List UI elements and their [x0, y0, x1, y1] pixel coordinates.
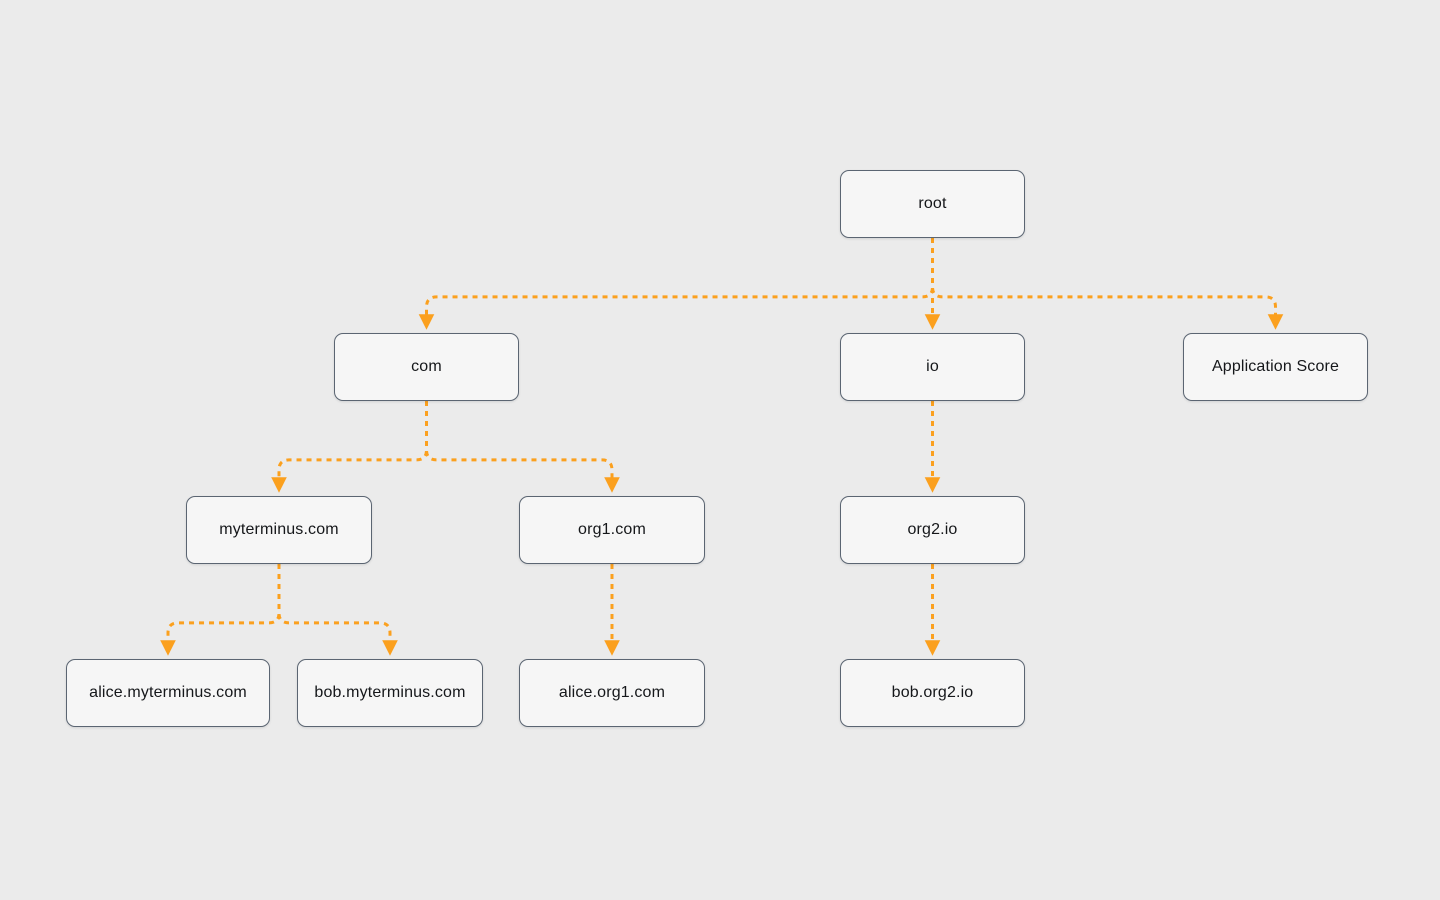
node-label: root [918, 195, 947, 212]
node-label: com [411, 358, 442, 375]
node-alice-org1-com[interactable]: alice.org1.com [519, 659, 705, 727]
node-bob-myterminus-com[interactable]: bob.myterminus.com [297, 659, 483, 727]
node-io[interactable]: io [840, 333, 1025, 401]
node-myterminus-com[interactable]: myterminus.com [186, 496, 372, 564]
node-alice-myterminus-com[interactable]: alice.myterminus.com [66, 659, 270, 727]
node-root[interactable]: root [840, 170, 1025, 238]
diagram-canvas: root com io Application Score myterminus.com… [0, 0, 1440, 900]
node-label: bob.myterminus.com [314, 684, 466, 701]
edge-myterminus-alice [160, 564, 281, 656]
node-application-score[interactable]: Application Score [1183, 333, 1368, 401]
node-label: org1.com [578, 521, 646, 538]
node-label: org2.io [907, 521, 958, 538]
node-label: alice.org1.com [558, 684, 666, 701]
node-label: io [926, 358, 939, 375]
node-label: Application Score [1211, 358, 1340, 375]
edge-group [160, 238, 1284, 656]
edge-com-org1-com [425, 401, 620, 493]
edge-myterminus-bob [277, 564, 398, 656]
node-label: alice.myterminus.com [89, 684, 247, 701]
node-org2-io[interactable]: org2.io [840, 496, 1025, 564]
edge-layer [160, 238, 1284, 656]
node-com[interactable]: com [334, 333, 519, 401]
node-org1-com[interactable]: org1.com [519, 496, 705, 564]
edge-root-application-score [931, 238, 1284, 330]
node-label: bob.org2.io [891, 684, 974, 701]
edge-com-myterminus-com [271, 401, 428, 493]
edge-root-com [418, 238, 934, 330]
node-label: myterminus.com [219, 521, 339, 538]
node-bob-org2-io[interactable]: bob.org2.io [840, 659, 1025, 727]
